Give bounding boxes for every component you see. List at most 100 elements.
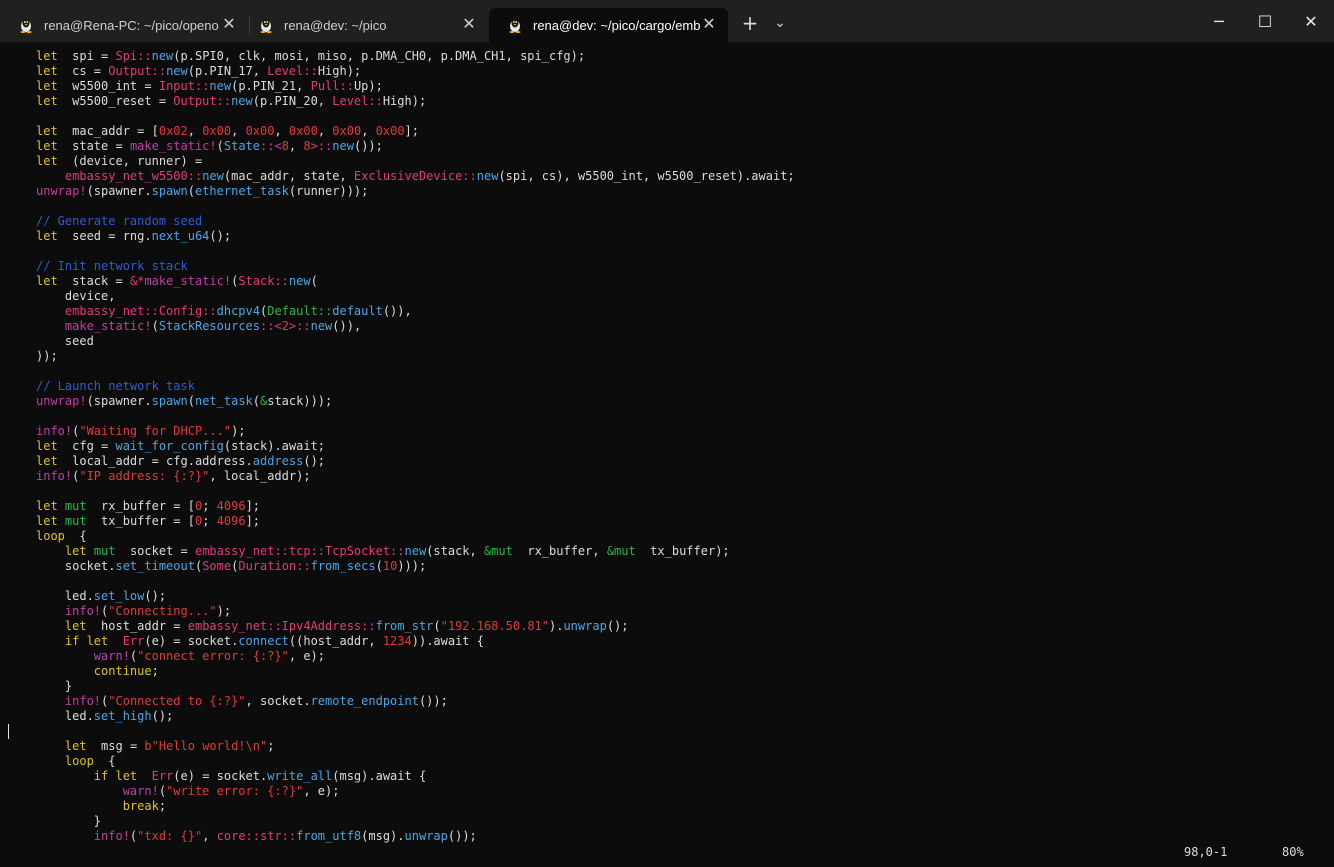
code-line: let host_addr = embassy_net::Ipv4Address… <box>36 619 1334 634</box>
code-token: { <box>64 529 87 543</box>
code-token: seed = rng. <box>57 229 152 243</box>
code-token: new <box>310 319 333 333</box>
code-token: , <box>288 139 304 153</box>
code-token: , <box>361 124 376 138</box>
code-token: "write error: {:?}" <box>166 784 304 798</box>
close-tab-icon[interactable]: ✕ <box>700 16 718 34</box>
code-token: tx_buffer = [ <box>86 514 195 528</box>
code-token: ()), <box>332 319 362 333</box>
code-token: w5500_int = <box>57 79 159 93</box>
code-token: default <box>332 304 383 318</box>
code-line: } <box>36 814 1334 829</box>
code-token: from_str <box>375 619 434 633</box>
code-token: socket. <box>36 559 116 573</box>
code-token: &mut <box>606 544 636 558</box>
code-token: (msg). <box>361 829 405 843</box>
code-token: embassy_net_w5500:: <box>64 169 203 183</box>
code-token: 0x00 <box>332 124 362 138</box>
code-line: // Generate random seed <box>36 214 1334 229</box>
code-token: if let <box>64 634 109 648</box>
tab-dropdown-button[interactable]: ⌄ <box>765 8 795 38</box>
close-window-button[interactable]: ✕ <box>1288 0 1334 42</box>
code-token: ( <box>187 394 195 408</box>
code-line: led.set_low(); <box>36 589 1334 604</box>
code-token: if let <box>93 769 138 783</box>
new-tab-button[interactable]: + <box>735 8 765 38</box>
code-token: 2 <box>281 319 289 333</box>
code-line: let w5500_int = Input::new(p.PIN_21, Pul… <box>36 79 1334 94</box>
code-token: (); <box>151 709 174 723</box>
code-token: "192.168.50.81" <box>440 619 549 633</box>
code-token: let <box>36 94 58 108</box>
code-token: ()); <box>353 139 383 153</box>
code-token: 8 <box>281 139 289 153</box>
code-token: spawn <box>151 184 188 198</box>
close-tab-icon[interactable]: ✕ <box>460 16 478 34</box>
code-token: (spawner. <box>86 394 152 408</box>
code-token: 0x00 <box>375 124 405 138</box>
code-token: local_addr = cfg.address. <box>57 454 253 468</box>
code-line: info!("txd: {}", core::str::from_utf8(ms… <box>36 829 1334 844</box>
code-token: let <box>36 274 58 288</box>
minimize-button[interactable]: ─ <box>1196 0 1242 42</box>
code-token: continue <box>93 664 152 678</box>
code-token: // Init network stack <box>36 259 188 273</box>
code-token: Level:: <box>267 64 318 78</box>
code-token: let <box>36 439 58 453</box>
code-token: 0x00 <box>288 124 318 138</box>
maximize-button[interactable]: ☐ <box>1242 0 1288 42</box>
code-token: new <box>404 544 427 558</box>
code-token: rx_buffer = [ <box>86 499 195 513</box>
code-token: ::< <box>260 139 282 153</box>
code-line: loop { <box>36 529 1334 544</box>
code-token: ]; <box>245 499 261 513</box>
code-line: let spi = Spi::new(p.SPI0, clk, mosi, mi… <box>36 49 1334 64</box>
code-token: Output:: <box>108 64 167 78</box>
code-token: StackResources <box>158 319 260 333</box>
code-token: cs = <box>57 64 109 78</box>
code-token: ( <box>158 784 167 798</box>
text-cursor <box>8 724 9 739</box>
code-token: ( <box>151 319 159 333</box>
code-token: Err <box>151 769 174 783</box>
code-token: ( <box>375 559 383 573</box>
tab-rena-dev-pico[interactable]: rena@dev: ~/pico ✕ <box>240 8 488 42</box>
code-token: let <box>36 154 58 168</box>
code-token: 4096 <box>216 514 246 528</box>
code-token: Pull:: <box>310 79 354 93</box>
terminal-editor[interactable]: let spi = Spi::new(p.SPI0, clk, mosi, mi… <box>36 49 1334 844</box>
code-token: let <box>36 49 58 63</box>
code-token: Duration:: <box>238 559 311 573</box>
code-token: stack = <box>57 274 130 288</box>
tab-rena-dev-cargo-emb[interactable]: rena@dev: ~/pico/cargo/emb ✕ <box>489 8 728 42</box>
code-line: device, <box>36 289 1334 304</box>
code-token: 0x00 <box>245 124 275 138</box>
code-line: let seed = rng.next_u64(); <box>36 229 1334 244</box>
code-token: mut <box>57 514 87 528</box>
tab-rena-pc-openo[interactable]: rena@Rena-PC: ~/pico/openo ✕ <box>0 8 248 42</box>
close-tab-icon[interactable]: ✕ <box>220 16 238 34</box>
code-token: ); <box>216 604 232 618</box>
code-token: embassy_net::tcp::TcpSocket:: <box>194 544 405 558</box>
code-line: let local_addr = cfg.address.address(); <box>36 454 1334 469</box>
code-token: , local_addr); <box>209 469 311 483</box>
code-token: (); <box>144 589 167 603</box>
code-token: set_timeout <box>115 559 195 573</box>
code-token: new <box>332 139 354 153</box>
linux-penguin-icon <box>18 17 34 33</box>
code-token: { <box>93 754 116 768</box>
code-token: spi = <box>57 49 116 63</box>
code-token: new <box>166 64 188 78</box>
code-token: .await { <box>426 634 484 648</box>
code-line: if let Err(e) = socket.connect((host_add… <box>36 634 1334 649</box>
code-token: make_static! <box>64 319 152 333</box>
code-token: mut <box>86 544 116 558</box>
code-token: , <box>231 124 246 138</box>
